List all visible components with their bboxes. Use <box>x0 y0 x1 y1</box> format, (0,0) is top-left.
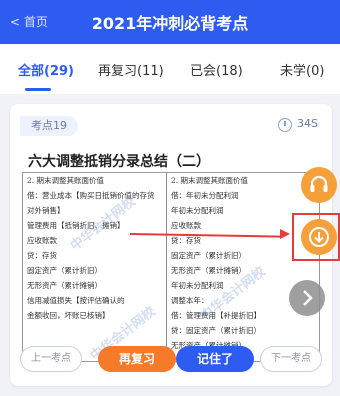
headset-icon <box>310 175 328 192</box>
doc-line: 借：营业成本【购买日抵销价值的存货 <box>27 191 155 200</box>
doc-right-column: 2. 期末调整其账面价值 借：年初未分配利润 年初未分配利润 应收账款 贷：存货… <box>171 173 321 361</box>
review-again-button[interactable]: 再复习 <box>98 346 176 372</box>
doc-line: 固定资产（累计折旧） <box>27 266 102 275</box>
tab-unlearned[interactable]: 未学(0) <box>280 60 324 79</box>
document-image: 2. 期末调整其账面价值 借：营业成本【购买日抵销价值的存货 对外销售】 管理费… <box>22 172 321 364</box>
doc-line: 无形资产（累计摊销） <box>27 281 102 290</box>
timer-value: 34S <box>297 117 318 130</box>
doc-line: 借：年初未分配利润 <box>171 191 239 200</box>
active-tab-indicator <box>25 88 51 91</box>
remembered-button[interactable]: 记住了 <box>176 346 254 372</box>
tab-bar: 全部(29) 再复习(11) 已会(18) 未学(0) <box>0 44 340 94</box>
doc-line: 贷：存货 <box>27 251 57 260</box>
clock-icon <box>278 118 292 132</box>
chevron-right-icon <box>303 290 313 306</box>
top-header: < 首页 2021年冲刺必背考点 <box>0 0 340 44</box>
question-card: 考点19 34S 六大调整抵销分录总结（二） 2. 期末调整其账面价值 借：营业… <box>10 104 332 386</box>
doc-left-column: 2. 期末调整其账面价值 借：营业成本【购买日抵销价值的存货 对外销售】 管理费… <box>27 173 167 361</box>
tab-all[interactable]: 全部(29) <box>18 60 74 79</box>
next-page-button[interactable] <box>289 280 325 316</box>
annotation-arrowhead <box>280 229 290 239</box>
next-point-button[interactable]: 下一考点 <box>260 346 322 372</box>
prev-point-button[interactable]: 上一考点 <box>20 346 82 372</box>
page-title: 2021年冲刺必背考点 <box>91 14 249 33</box>
tab-review[interactable]: 再复习(11) <box>98 60 164 79</box>
doc-line: 贷：固定资产（累计折旧） <box>171 326 261 335</box>
tab-mastered[interactable]: 已会(18) <box>190 60 243 79</box>
highlight-box <box>292 213 340 261</box>
customer-service-button[interactable] <box>301 167 337 203</box>
point-badge: 考点19 <box>20 116 78 136</box>
doc-line: 2. 期末调整其账面价值 <box>171 176 249 185</box>
card-title: 六大调整抵销分录总结（二） <box>28 154 210 170</box>
doc-line: 2. 期末调整其账面价值 <box>27 176 105 185</box>
